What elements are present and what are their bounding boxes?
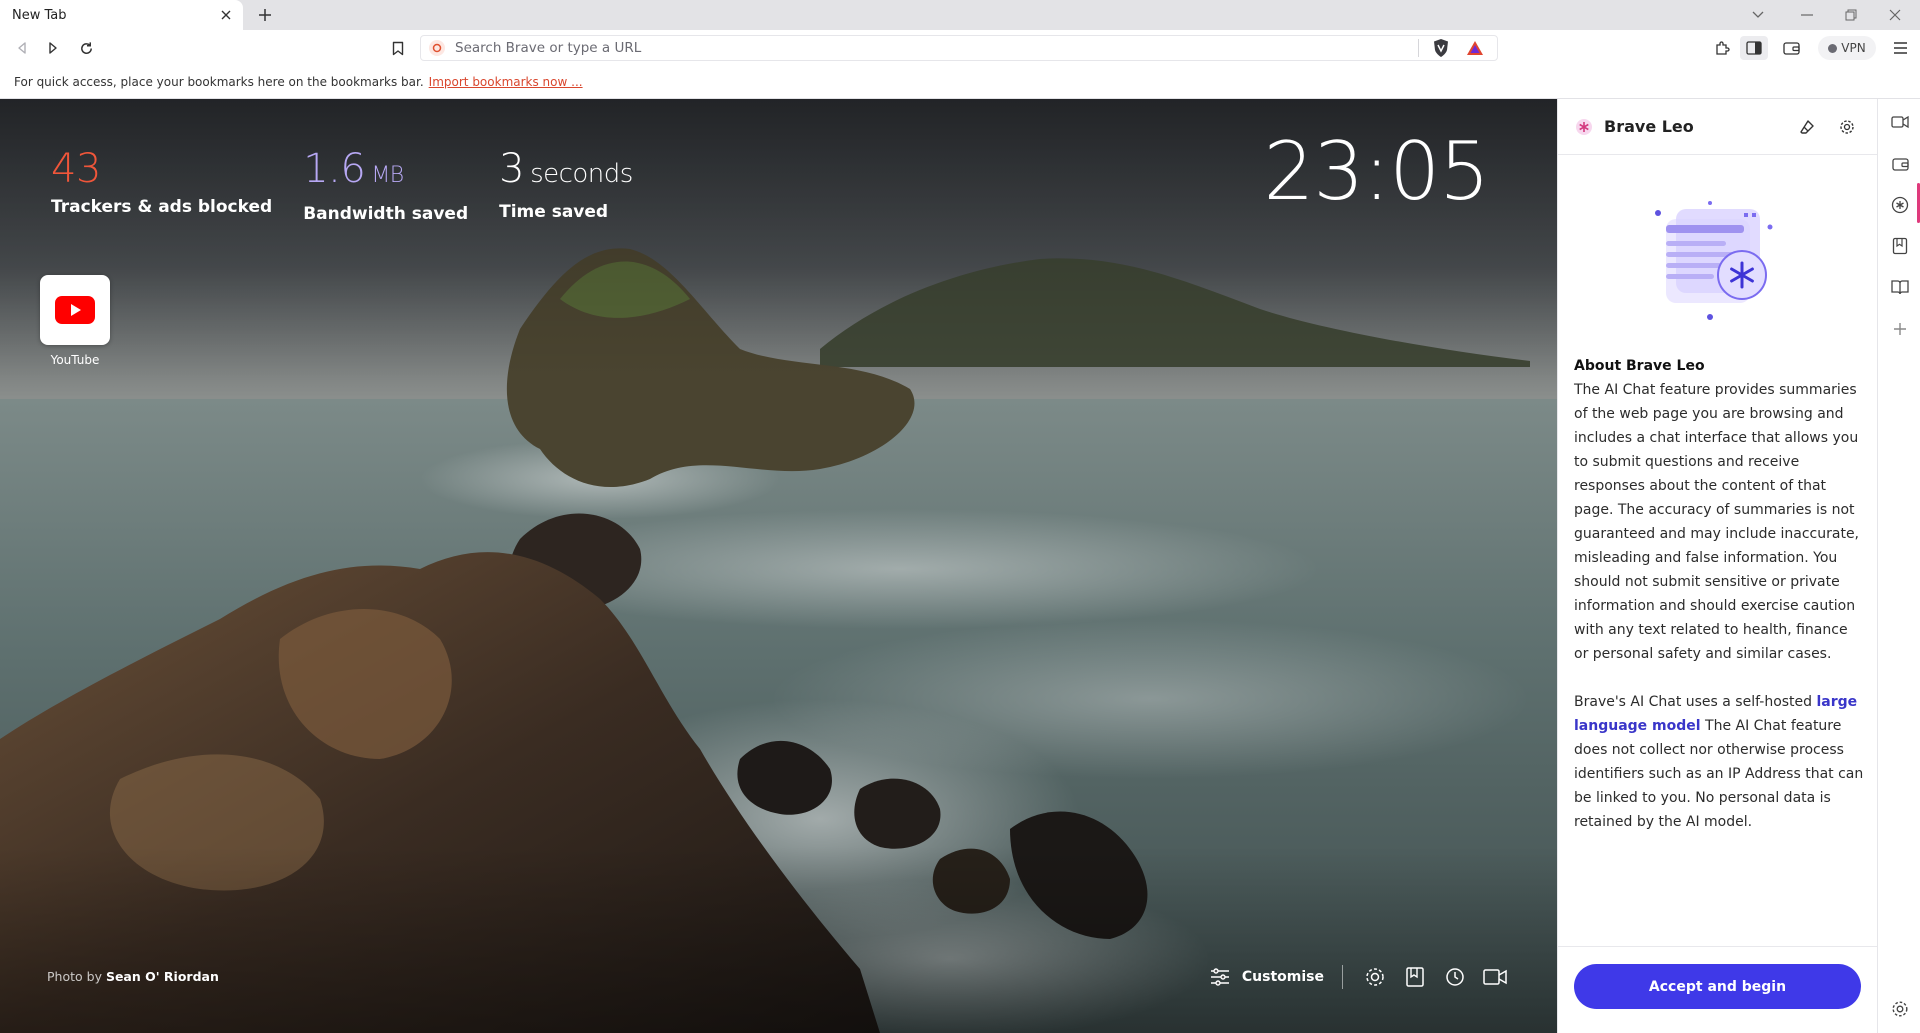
- background-photo: [0, 99, 1557, 1033]
- leo-about-heading: About Brave Leo: [1574, 358, 1705, 374]
- footer-divider: [1342, 965, 1343, 989]
- bandwidth-value: 1.6: [303, 146, 366, 192]
- sidebar-settings-icon[interactable]: [1889, 998, 1911, 1020]
- extensions-icon[interactable]: [1708, 36, 1736, 60]
- customise-label: Customise: [1241, 969, 1324, 985]
- customise-sliders-icon: [1210, 968, 1230, 986]
- leo-paragraph-2-start: Brave's AI Chat uses a self-hosted: [1574, 694, 1817, 710]
- leo-footer: Accept and begin: [1558, 946, 1877, 1033]
- trackers-label: Trackers & ads blocked: [51, 197, 273, 217]
- close-tab-icon[interactable]: [215, 4, 237, 26]
- wallet-icon[interactable]: [1777, 36, 1805, 60]
- brave-talk-rail-icon[interactable]: [1889, 111, 1911, 133]
- brave-rewards-icon[interactable]: [1463, 37, 1487, 59]
- reading-list-rail-icon[interactable]: [1889, 276, 1911, 298]
- brave-stats: 43 Trackers & ads blocked 1.6 MB Bandwidt…: [51, 145, 633, 224]
- sidebar-toggle-icon[interactable]: [1740, 36, 1768, 60]
- customise-button[interactable]: Customise: [1210, 968, 1342, 986]
- photo-credit-prefix: Photo by: [47, 969, 102, 984]
- leo-paragraph-2: Brave's AI Chat uses a self-hosted large…: [1574, 690, 1864, 834]
- tab-new-tab[interactable]: New Tab: [0, 0, 243, 30]
- vpn-label: VPN: [1841, 41, 1866, 55]
- address-bar[interactable]: Search Brave or type a URL: [420, 35, 1498, 61]
- import-bookmarks-link[interactable]: Import bookmarks now ...: [429, 75, 583, 89]
- tab-search-icon[interactable]: [1744, 4, 1772, 26]
- settings-icon[interactable]: [1361, 963, 1389, 991]
- photo-credit-author: Sean O' Riordan: [105, 969, 219, 984]
- stat-trackers: 43 Trackers & ads blocked: [51, 145, 272, 224]
- leo-panel: Brave Leo About Brave Leo The AI Chat fe…: [1557, 99, 1877, 1033]
- time-value: 3: [499, 146, 525, 192]
- new-tab-button[interactable]: [254, 4, 276, 26]
- leo-rail-icon[interactable]: [1889, 194, 1911, 216]
- bookmark-page-button[interactable]: [384, 36, 412, 60]
- youtube-icon: [55, 296, 95, 324]
- brave-search-icon: [429, 40, 445, 56]
- clock: 23:05: [1263, 125, 1490, 218]
- toolbar: Search Brave or type a URL VPN: [0, 30, 1920, 66]
- back-button[interactable]: [8, 36, 36, 60]
- vpn-button[interactable]: VPN: [1818, 36, 1876, 60]
- forward-button[interactable]: [39, 36, 67, 60]
- time-unit: seconds: [530, 159, 633, 189]
- accept-and-begin-button[interactable]: Accept and begin: [1574, 964, 1861, 1009]
- time-value-line: 3 seconds: [499, 145, 633, 198]
- tab-strip: New Tab: [0, 0, 1920, 30]
- leo-title: Brave Leo: [1604, 117, 1694, 136]
- add-rail-icon[interactable]: [1889, 318, 1911, 340]
- brave-shields-icon[interactable]: [1429, 37, 1453, 59]
- bookmarks-bar-message: For quick access, place your bookmarks h…: [14, 75, 424, 89]
- close-window-button[interactable]: [1881, 4, 1909, 26]
- address-placeholder: Search Brave or type a URL: [455, 40, 642, 56]
- time-label: Time saved: [499, 202, 609, 222]
- bookmarks-rail-icon[interactable]: [1889, 235, 1911, 257]
- leo-settings-icon[interactable]: [1833, 113, 1861, 141]
- leo-paragraph-2-end: The AI Chat feature does not collect nor…: [1574, 718, 1864, 830]
- leo-disclaimer: About Brave Leo The AI Chat feature prov…: [1574, 354, 1864, 834]
- history-icon[interactable]: [1441, 963, 1469, 991]
- new-tab-page: 43 Trackers & ads blocked 1.6 MB Bandwidt…: [0, 99, 1557, 1033]
- vpn-status-icon: [1828, 43, 1838, 53]
- bandwidth-unit: MB: [371, 163, 404, 188]
- minimize-button[interactable]: [1793, 4, 1821, 26]
- top-site-youtube[interactable]: [40, 275, 110, 345]
- wallet-rail-icon[interactable]: [1889, 153, 1911, 175]
- restore-button[interactable]: [1837, 4, 1865, 26]
- erase-icon[interactable]: [1793, 113, 1821, 141]
- tab-title: New Tab: [12, 7, 67, 23]
- bookmarks-icon[interactable]: [1401, 963, 1429, 991]
- brave-talk-icon[interactable]: [1481, 963, 1509, 991]
- bookmarks-bar: For quick access, place your bookmarks h…: [0, 66, 1920, 99]
- leo-paragraph-1: The AI Chat feature provides summaries o…: [1574, 382, 1860, 662]
- address-divider: [1418, 39, 1419, 57]
- stat-time: 3 seconds Time saved: [499, 145, 633, 224]
- trackers-count: 43: [51, 146, 101, 192]
- leo-logo-icon: [1574, 117, 1594, 137]
- bandwidth-value-line: 1.6 MB: [303, 145, 468, 200]
- menu-icon[interactable]: [1886, 36, 1914, 60]
- leo-chat-illustration: [1655, 201, 1773, 320]
- stat-bandwidth: 1.6 MB Bandwidth saved: [303, 145, 468, 224]
- sidebar-rail: [1877, 99, 1920, 1033]
- bandwidth-label: Bandwidth saved: [303, 204, 469, 224]
- top-site-label[interactable]: YouTube: [30, 353, 120, 367]
- ntp-footer: Customise: [1210, 961, 1515, 993]
- photo-credit[interactable]: Photo by Sean O' Riordan: [47, 969, 219, 984]
- reload-button[interactable]: [72, 36, 100, 60]
- leo-header: Brave Leo: [1558, 99, 1877, 155]
